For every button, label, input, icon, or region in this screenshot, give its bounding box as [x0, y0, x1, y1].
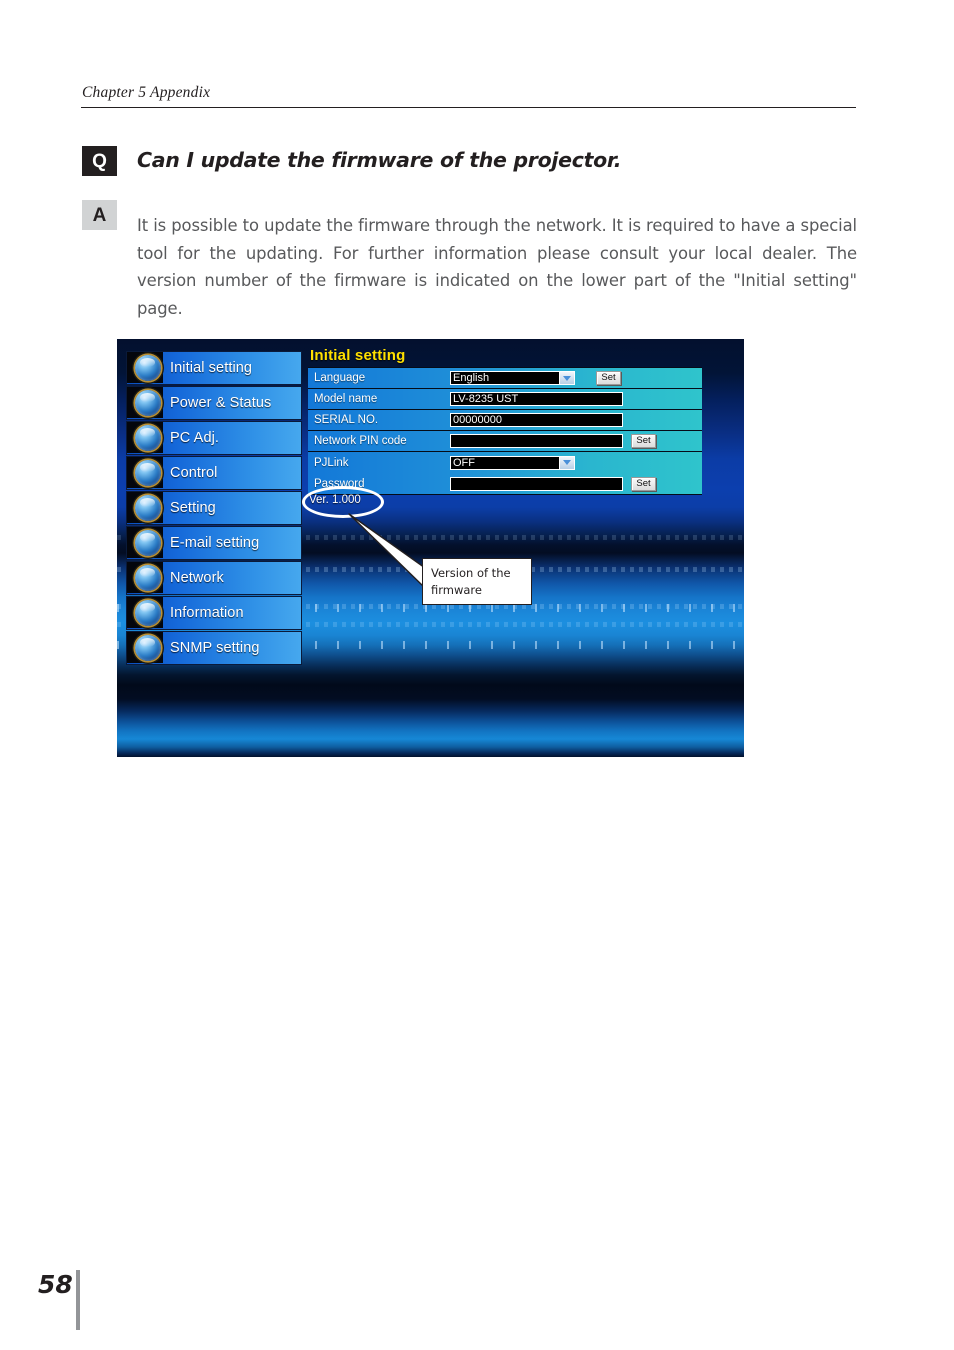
chevron-down-icon[interactable] — [560, 371, 575, 385]
sidebar-item-initial-setting[interactable]: Initial setting — [126, 351, 302, 385]
pc-adjust-icon — [135, 424, 161, 451]
power-status-icon — [135, 389, 161, 416]
serial-no-label: SERIAL NO. — [314, 414, 379, 426]
callout-line-1: Version of the — [431, 566, 511, 580]
chevron-down-icon[interactable] — [560, 455, 575, 470]
answer-badge: A — [82, 200, 117, 230]
sidebar-item-information[interactable]: Information — [126, 596, 302, 630]
initial-setting-icon — [135, 354, 161, 381]
network-pin-code-input[interactable] — [450, 434, 623, 448]
page-number: 58 — [38, 1270, 73, 1299]
setting-icon — [135, 494, 161, 521]
answer-text: It is possible to update the firmware th… — [137, 216, 857, 318]
sidebar-item-label: Network — [170, 569, 224, 586]
serial-no-value: 00000000 — [450, 413, 623, 427]
information-icon — [135, 599, 161, 626]
sidebar-item-network[interactable]: Network — [126, 561, 302, 595]
password-input[interactable] — [450, 476, 623, 491]
sidebar-item-setting[interactable]: Setting — [126, 491, 302, 525]
model-name-label: Model name — [314, 393, 378, 405]
question-text: Can I update the firmware of the project… — [137, 148, 622, 172]
folio-rule — [76, 1270, 80, 1330]
sidebar-item-power-status[interactable]: Power & Status — [126, 386, 302, 420]
sidebar-item-label: E-mail setting — [170, 534, 260, 551]
callout-box: Version of the firmware — [422, 558, 532, 605]
network-icon — [135, 564, 161, 591]
sidebar-item-label: Control — [170, 464, 218, 481]
callout-line-2: firmware — [431, 583, 482, 597]
initial-setting-panel: Initial setting Language English Set Mod… — [308, 347, 702, 495]
snmp-setting-icon — [135, 634, 161, 661]
pjlink-label: PJLink — [314, 456, 349, 469]
sidebar-item-label: Information — [170, 604, 244, 621]
sidebar-nav: Initial setting Power & Status PC Adj. C… — [126, 351, 302, 666]
control-icon — [135, 459, 161, 486]
sidebar-item-pc-adj[interactable]: PC Adj. — [126, 421, 302, 455]
language-label: Language — [314, 372, 366, 384]
panel-title: Initial setting — [310, 347, 406, 364]
sidebar-item-label: Initial setting — [170, 359, 253, 376]
form-row-language: Language English Set — [308, 368, 702, 389]
question-badge: Q — [82, 146, 117, 176]
header-rule — [81, 107, 856, 109]
pjlink-select[interactable]: OFF — [450, 455, 560, 470]
language-set-button[interactable]: Set — [596, 371, 621, 385]
form-row-serial-no: SERIAL NO. 00000000 — [308, 410, 702, 431]
network-pin-code-set-button[interactable]: Set — [631, 434, 656, 448]
firmware-version-label: Ver. 1.000 — [309, 494, 361, 506]
sidebar-item-label: Setting — [170, 499, 216, 516]
network-pin-code-label: Network PIN code — [314, 435, 407, 447]
sidebar-item-snmp-setting[interactable]: SNMP setting — [126, 631, 302, 665]
language-select[interactable]: English — [450, 371, 560, 385]
sidebar-item-label: SNMP setting — [170, 639, 260, 656]
initial-setting-form: Language English Set Model name LV-8235 … — [308, 367, 702, 495]
form-row-model-name: Model name LV-8235 UST — [308, 389, 702, 410]
form-row-pjlink: PJLink OFF — [308, 452, 702, 473]
model-name-value: LV-8235 UST — [450, 392, 623, 406]
projector-web-ui-screenshot: Initial setting Power & Status PC Adj. C… — [117, 339, 744, 757]
running-head: Chapter 5 Appendix — [82, 84, 211, 101]
sidebar-item-email-setting[interactable]: E-mail setting — [126, 526, 302, 560]
form-row-network-pin-code: Network PIN code Set — [308, 431, 702, 452]
sidebar-item-control[interactable]: Control — [126, 456, 302, 490]
sidebar-item-label: PC Adj. — [170, 429, 220, 446]
sidebar-item-label: Power & Status — [170, 394, 272, 411]
email-setting-icon — [135, 529, 161, 556]
password-set-button[interactable]: Set — [631, 476, 656, 491]
